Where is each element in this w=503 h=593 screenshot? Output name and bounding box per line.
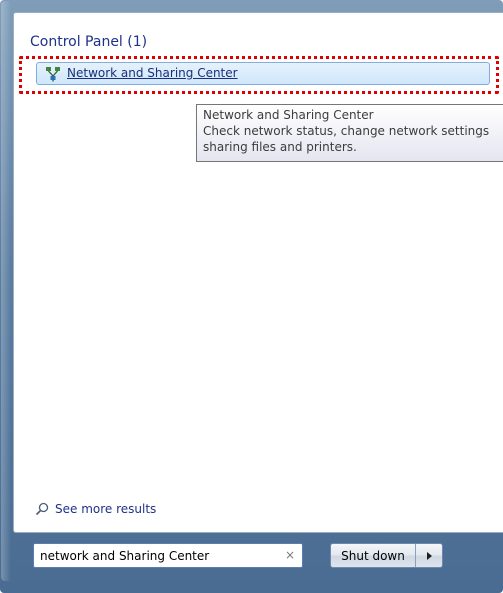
shutdown-button[interactable]: Shut down <box>331 544 416 567</box>
magnifier-icon <box>35 502 49 516</box>
result-tooltip: Network and Sharing Center Check network… <box>196 104 503 162</box>
group-header-control-panel: Control Panel (1) <box>30 34 148 50</box>
frame-glow <box>1 1 11 581</box>
tooltip-description-line-2: sharing files and printers. <box>203 140 357 154</box>
see-more-results-link[interactable]: See more results <box>35 502 156 516</box>
start-menu-frame: Control Panel (1) Network and Sharing Ce… <box>0 0 503 593</box>
tooltip-title: Network and Sharing Center <box>203 108 374 122</box>
search-input[interactable] <box>33 543 303 568</box>
shutdown-control: Shut down <box>330 543 443 568</box>
highlight-annotation-box <box>19 56 499 94</box>
tooltip-description-line: Check network status, change network set… <box>203 124 490 138</box>
see-more-label[interactable]: See more results <box>55 502 156 516</box>
shutdown-options-button[interactable] <box>416 544 442 567</box>
arrow-right-icon <box>425 548 433 563</box>
clear-search-icon[interactable]: × <box>283 547 297 563</box>
